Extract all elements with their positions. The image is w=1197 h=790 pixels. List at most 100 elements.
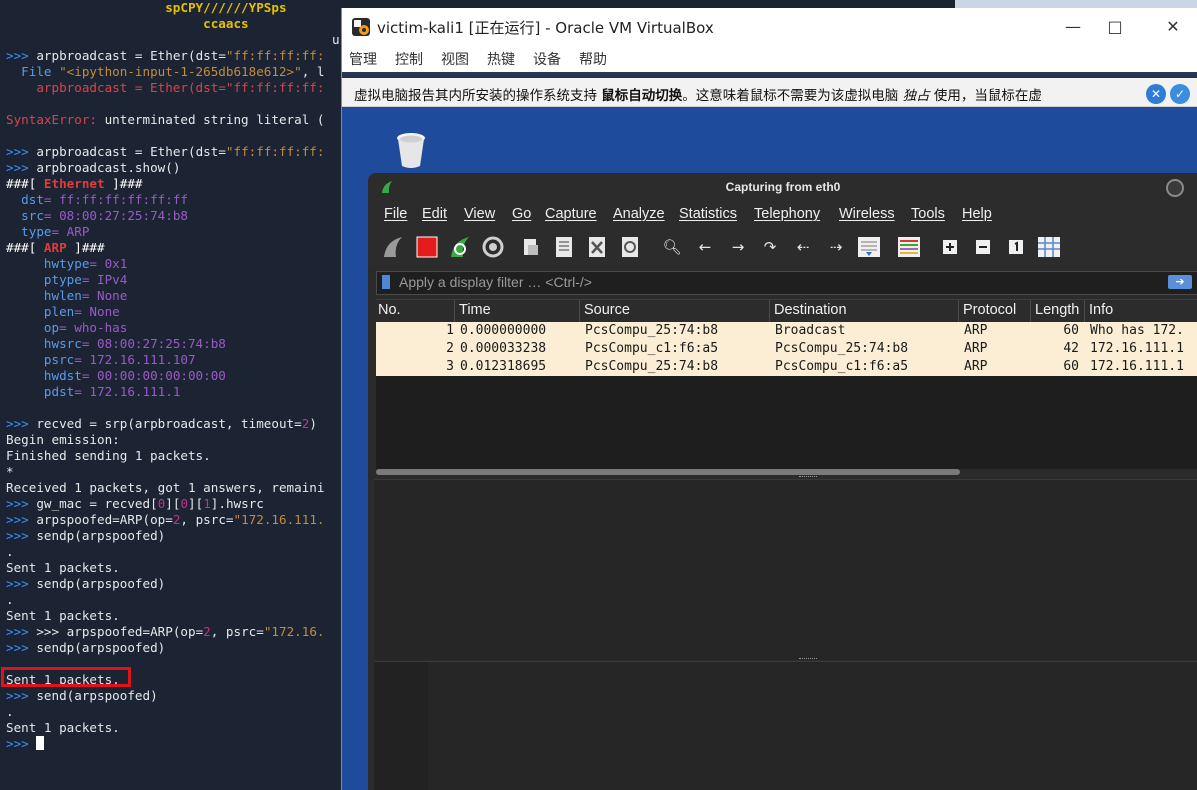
packet-destination: PcsCompu_25:74:b8	[775, 341, 909, 356]
terminal-line: Begin emission:	[6, 432, 120, 448]
guest-screen[interactable]: 虚拟电脑报告其内所安装的操作系统支持 鼠标自动切换。这意味着鼠标不需要为该虚拟电…	[342, 72, 1197, 790]
capture-options-icon[interactable]	[480, 234, 506, 260]
reload-file-icon[interactable]	[617, 234, 643, 260]
col-source[interactable]: Source	[584, 302, 630, 318]
wireshark-close-button[interactable]	[1166, 179, 1184, 197]
maximize-button[interactable]: □	[1092, 14, 1138, 40]
terminal-text: = 00:00:00:00:00:00	[81, 368, 226, 383]
splitter-handle[interactable]	[799, 658, 817, 661]
col-separator[interactable]	[1030, 300, 1031, 322]
col-destination[interactable]: Destination	[774, 302, 847, 318]
colorize-icon[interactable]	[896, 234, 922, 260]
terminal-text: >>>	[6, 512, 37, 527]
col-separator[interactable]	[454, 300, 455, 322]
title-bar[interactable]: victim-kali1 [正在运行] - Oracle VM VirtualB…	[342, 8, 1197, 46]
packet-length: 42	[1063, 341, 1079, 356]
menu-view[interactable]: View	[464, 206, 495, 222]
start-capture-icon[interactable]	[380, 234, 406, 260]
menu-capture[interactable]: Capture	[545, 206, 597, 222]
apply-filter-icon[interactable]: ➔	[1168, 275, 1192, 289]
go-back-icon[interactable]: ←	[692, 234, 718, 260]
notice-text-end: 使用，当鼠标在虚	[929, 88, 1042, 104]
resize-columns-icon[interactable]	[1036, 234, 1062, 260]
packet-no: 3	[446, 359, 454, 374]
first-packet-icon[interactable]: ⇠	[790, 234, 816, 260]
col-separator[interactable]	[958, 300, 959, 322]
close-file-icon[interactable]	[584, 234, 610, 260]
menu-view[interactable]: 视图	[441, 49, 469, 69]
terminal-line: spCPY//////YPSps	[6, 0, 286, 16]
terminal-line: type= ARP	[6, 224, 89, 240]
menu-analyze[interactable]: Analyze	[613, 206, 665, 222]
close-button[interactable]: ✕	[1150, 14, 1196, 40]
menu-tools[interactable]: Tools	[911, 206, 945, 222]
zoom-in-icon[interactable]	[937, 234, 963, 260]
packet-list[interactable]: 1 0.000000000 PcsCompu_25:74:b8 Broadcas…	[376, 322, 1197, 469]
open-file-icon[interactable]	[518, 234, 544, 260]
virtualbox-window[interactable]: victim-kali1 [正在运行] - Oracle VM VirtualB…	[341, 8, 1197, 790]
col-no[interactable]: No.	[378, 302, 401, 318]
zoom-out-icon[interactable]	[970, 234, 996, 260]
table-row[interactable]: 1 0.000000000 PcsCompu_25:74:b8 Broadcas…	[376, 322, 1197, 340]
col-time[interactable]: Time	[459, 302, 491, 318]
terminal-text: = ARP	[51, 224, 90, 239]
autoscroll-icon[interactable]	[856, 234, 882, 260]
packet-bytes-pane[interactable]	[374, 658, 1197, 790]
terminal-line: >>> sendp(arpspoofed)	[6, 640, 165, 656]
minimize-button[interactable]: —	[1050, 14, 1096, 40]
col-info[interactable]: Info	[1089, 302, 1113, 318]
menu-wireless[interactable]: Wireless	[839, 206, 895, 222]
terminal-text: = 0x1	[89, 256, 128, 271]
col-protocol[interactable]: Protocol	[963, 302, 1016, 318]
packet-destination: PcsCompu_c1:f6:a5	[775, 359, 909, 374]
terminal-text: arpbroadcast = Ether(dst=	[36, 48, 226, 63]
menu-help[interactable]: Help	[962, 206, 992, 222]
packet-details-pane[interactable]	[374, 476, 1197, 660]
menu-edit[interactable]: Edit	[422, 206, 447, 222]
col-separator[interactable]	[769, 300, 770, 322]
col-separator[interactable]	[1084, 300, 1085, 322]
mute-notice-icon[interactable]: ✓	[1170, 84, 1190, 104]
wireshark-window[interactable]: Capturing from eth0 File Edit View Go Ca…	[368, 173, 1197, 790]
stop-capture-icon[interactable]	[414, 234, 440, 260]
terminal-text: ###[	[6, 240, 44, 255]
menu-control[interactable]: 控制	[395, 49, 423, 69]
restart-capture-icon[interactable]	[447, 234, 473, 260]
menu-help[interactable]: 帮助	[579, 49, 607, 69]
packet-protocol: ARP	[964, 359, 988, 374]
terminal-text: 2	[203, 624, 211, 639]
menu-manage[interactable]: 管理	[349, 49, 377, 69]
horizontal-scrollbar[interactable]	[376, 469, 960, 475]
menu-file[interactable]: File	[384, 206, 407, 222]
wireshark-title-bar[interactable]: Capturing from eth0	[368, 173, 1197, 201]
save-file-icon[interactable]	[551, 234, 577, 260]
find-packet-icon[interactable]: 🔍︎	[659, 234, 685, 260]
go-forward-icon[interactable]: →	[725, 234, 751, 260]
go-to-packet-icon[interactable]: ↷	[757, 234, 783, 260]
terminal-window[interactable]: spCPY//////YPSps ccaacs usi >>> arpbroadc…	[0, 0, 345, 790]
bookmark-icon[interactable]	[382, 275, 390, 289]
col-separator[interactable]	[579, 300, 580, 322]
terminal-text: >>>	[6, 528, 37, 543]
terminal-line: usi	[6, 32, 345, 48]
last-packet-icon[interactable]: ⇢	[823, 234, 849, 260]
close-notice-icon[interactable]: ✕	[1146, 84, 1166, 104]
packet-length: 60	[1063, 359, 1079, 374]
trash-icon[interactable]	[396, 132, 426, 170]
col-length[interactable]: Length	[1035, 302, 1079, 318]
terminal-text: recved = srp(arpbroadcast, timeout=	[36, 416, 302, 431]
menu-go[interactable]: Go	[512, 206, 531, 222]
terminal-line: dst= ff:ff:ff:ff:ff:ff	[6, 192, 188, 208]
menu-hotkeys[interactable]: 热键	[487, 49, 515, 69]
display-filter-input[interactable]: Apply a display filter … <Ctrl-/> ➔	[376, 271, 1197, 295]
table-row[interactable]: 2 0.000033238 PcsCompu_c1:f6:a5 PcsCompu…	[376, 340, 1197, 358]
terminal-text: hwtype	[6, 256, 90, 271]
splitter-handle[interactable]	[799, 476, 817, 479]
terminal-line: pdst= 172.16.111.1	[6, 384, 181, 400]
menu-devices[interactable]: 设备	[533, 49, 561, 69]
menu-telephony[interactable]: Telephony	[754, 206, 820, 222]
normal-size-icon[interactable]	[1003, 234, 1029, 260]
terminal-line: hwlen= None	[6, 288, 127, 304]
table-row[interactable]: 3 0.012318695 PcsCompu_25:74:b8 PcsCompu…	[376, 358, 1197, 376]
menu-statistics[interactable]: Statistics	[679, 206, 737, 222]
